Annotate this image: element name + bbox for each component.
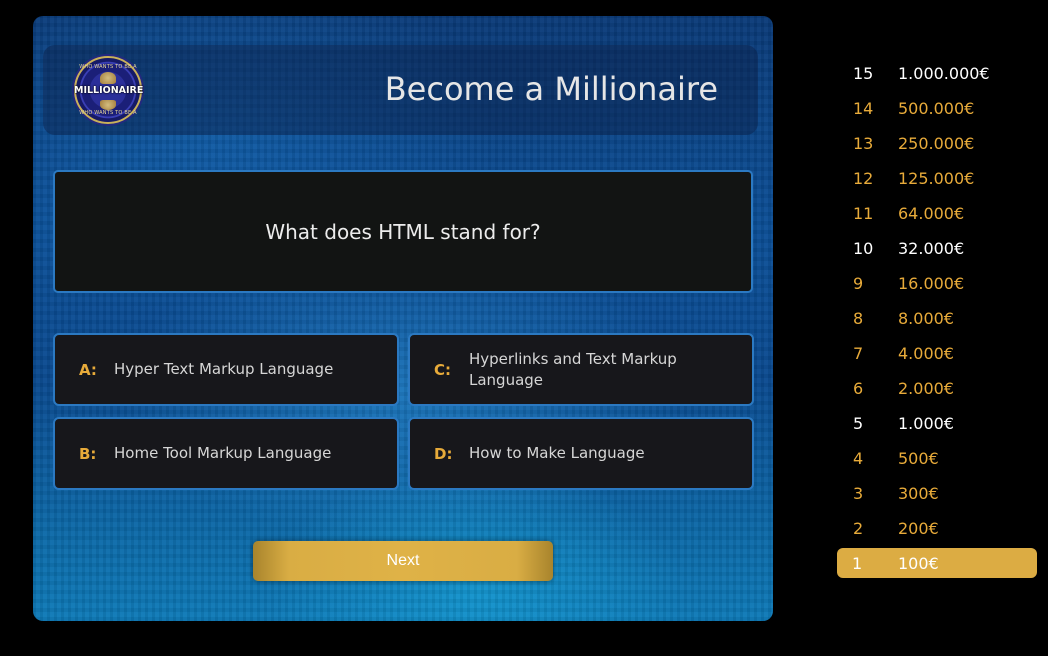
prize-amount: 64.000€ bbox=[898, 204, 965, 223]
prize-rung-2: 2 200€ bbox=[837, 511, 1037, 546]
prize-level: 13 bbox=[853, 134, 874, 153]
prize-amount: 8.000€ bbox=[898, 309, 954, 328]
answer-a-button[interactable]: A: Hyper Text Markup Language bbox=[53, 333, 399, 406]
prize-amount: 100€ bbox=[898, 553, 939, 573]
prize-amount: 4.000€ bbox=[898, 344, 954, 363]
prize-rung-10: 10 32.000€ bbox=[837, 231, 1037, 266]
prize-rung-8: 8 8.000€ bbox=[837, 301, 1037, 336]
prize-rung-5: 5 1.000€ bbox=[837, 406, 1037, 441]
prize-level: 1 bbox=[852, 553, 863, 573]
prize-rung-14: 14 500.000€ bbox=[837, 91, 1037, 126]
prize-rung-4: 4 500€ bbox=[837, 441, 1037, 476]
prize-rung-9: 9 16.000€ bbox=[837, 266, 1037, 301]
prize-level: 6 bbox=[853, 379, 864, 398]
question-box: What does HTML stand for? bbox=[53, 170, 753, 293]
prize-level: 11 bbox=[853, 204, 874, 223]
logo-word: MILLIONAIRE bbox=[74, 85, 144, 96]
prize-level: 8 bbox=[853, 309, 864, 328]
prize-amount: 250.000€ bbox=[898, 134, 975, 153]
answer-b-button[interactable]: B: Home Tool Markup Language bbox=[53, 417, 399, 490]
logo-emblem-lower-icon bbox=[100, 100, 116, 110]
prize-amount: 32.000€ bbox=[898, 239, 965, 258]
prize-amount: 16.000€ bbox=[898, 274, 965, 293]
answer-text: Hyper Text Markup Language bbox=[114, 360, 334, 378]
prize-level: 7 bbox=[853, 344, 864, 363]
prize-rung-6: 6 2.000€ bbox=[837, 371, 1037, 406]
game-panel: WHO WANTS TO BE A MILLIONAIRE WHO WANTS … bbox=[33, 16, 773, 621]
next-button[interactable]: Next bbox=[253, 541, 553, 581]
prize-rung-12: 12 125.000€ bbox=[837, 161, 1037, 196]
prize-level: 9 bbox=[853, 274, 864, 293]
prize-rung-1: 1 100€ bbox=[837, 548, 1037, 578]
prize-level: 2 bbox=[853, 519, 864, 538]
prize-rung-11: 11 64.000€ bbox=[837, 196, 1037, 231]
prize-level: 12 bbox=[853, 169, 874, 188]
prize-level: 4 bbox=[853, 449, 864, 468]
prize-rung-13: 13 250.000€ bbox=[837, 126, 1037, 161]
prize-level: 14 bbox=[853, 99, 874, 118]
prize-level: 10 bbox=[853, 239, 874, 258]
prize-level: 5 bbox=[853, 414, 864, 433]
answer-letter: B: bbox=[79, 444, 97, 463]
prize-rung-7: 7 4.000€ bbox=[837, 336, 1037, 371]
header-bar: WHO WANTS TO BE A MILLIONAIRE WHO WANTS … bbox=[43, 45, 758, 135]
logo-emblem-icon bbox=[100, 72, 116, 84]
millionaire-logo: WHO WANTS TO BE A MILLIONAIRE WHO WANTS … bbox=[74, 56, 144, 124]
prize-amount: 2.000€ bbox=[898, 379, 954, 398]
answer-letter: D: bbox=[434, 444, 453, 463]
prize-amount: 1.000.000€ bbox=[898, 64, 990, 83]
answer-c-button[interactable]: C: Hyperlinks and Text Markup Language bbox=[408, 333, 754, 406]
prize-level: 15 bbox=[853, 64, 874, 83]
answer-letter: C: bbox=[434, 360, 452, 379]
prize-amount: 200€ bbox=[898, 519, 939, 538]
answer-letter: A: bbox=[79, 360, 97, 379]
answer-d-button[interactable]: D: How to Make Language bbox=[408, 417, 754, 490]
question-text: What does HTML stand for? bbox=[265, 219, 541, 244]
prize-ladder: 15 1.000.000€ 14 500.000€ 13 250.000€ 12 125… bbox=[837, 56, 1037, 578]
logo-ring-top-text: WHO WANTS TO BE A bbox=[79, 64, 137, 70]
prize-amount: 300€ bbox=[898, 484, 939, 503]
answer-text: Hyperlinks and Text Markup Language bbox=[469, 349, 677, 389]
prize-amount: 500.000€ bbox=[898, 99, 975, 118]
prize-amount: 125.000€ bbox=[898, 169, 975, 188]
prize-amount: 1.000€ bbox=[898, 414, 954, 433]
prize-amount: 500€ bbox=[898, 449, 939, 468]
logo-ring-bottom-text: WHO WANTS TO BE A bbox=[79, 110, 137, 116]
answer-text: How to Make Language bbox=[469, 444, 645, 462]
prize-rung-3: 3 300€ bbox=[837, 476, 1037, 511]
page-title: Become a Millionaire bbox=[384, 70, 718, 108]
prize-level: 3 bbox=[853, 484, 864, 503]
prize-rung-15: 15 1.000.000€ bbox=[837, 56, 1037, 91]
answer-text: Home Tool Markup Language bbox=[114, 444, 332, 462]
